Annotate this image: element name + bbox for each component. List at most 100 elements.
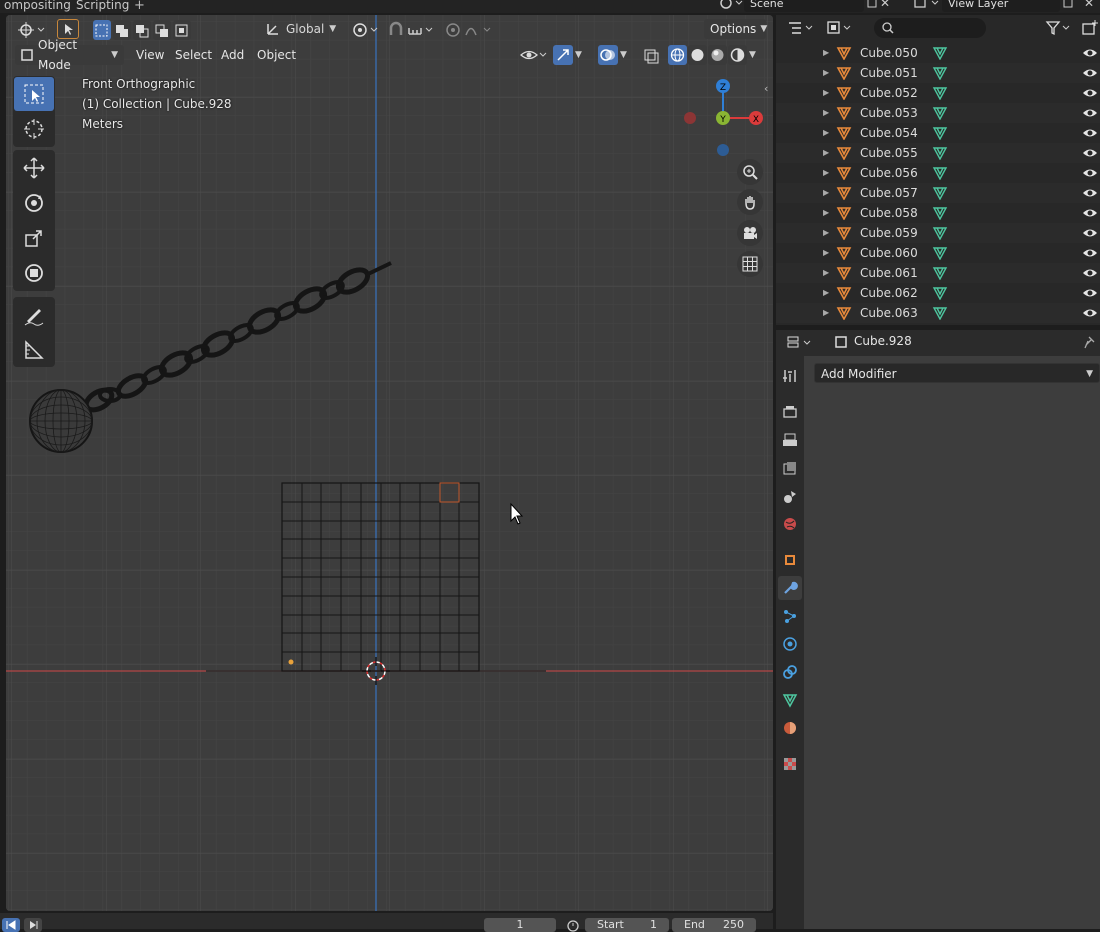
mesh-data-icon[interactable] [932,106,948,120]
mesh-data-icon[interactable] [932,46,948,60]
expand-arrow-icon[interactable]: ▶ [823,123,829,143]
properties-editor-type-icon[interactable] [786,333,816,353]
transform-tool-icon[interactable] [14,256,54,290]
gizmo-dropdown-chevron-icon[interactable]: ▼ [575,45,589,65]
mesh-data-icon[interactable] [932,86,948,100]
expand-arrow-icon[interactable]: ▶ [823,303,829,323]
filter-icon[interactable] [1044,18,1074,38]
visibility-eye-icon[interactable] [1082,226,1098,240]
mesh-data-icon[interactable] [932,186,948,200]
ortho-grid-icon[interactable] [737,251,763,277]
scene-copy-icon[interactable] [866,0,878,11]
physics-tab-icon[interactable] [778,632,802,656]
mesh-data-icon[interactable] [932,266,948,280]
snap-toggle-icon[interactable] [386,20,406,40]
select-extend-icon[interactable] [113,20,131,40]
select-intersect-icon[interactable] [173,20,191,40]
view-layer-close-icon[interactable]: ✕ [1084,0,1094,10]
wireframe-shading-icon[interactable] [668,45,687,65]
visibility-eye-icon[interactable] [1082,46,1098,60]
expand-arrow-icon[interactable]: ▶ [823,83,829,103]
navigation-gizmo[interactable]: Z X Y [680,72,770,162]
shading-dropdown-chevron-icon[interactable]: ▼ [749,45,763,65]
texture-tab-icon[interactable] [778,752,802,776]
world-tab-icon[interactable] [778,512,802,536]
workspace-tab-compositing[interactable]: ompositing [0,0,75,13]
mesh-data-icon[interactable] [932,66,948,80]
expand-arrow-icon[interactable]: ▶ [823,143,829,163]
material-tab-icon[interactable] [778,716,802,740]
stopwatch-icon[interactable] [565,918,581,932]
output-tab-icon[interactable] [778,428,802,452]
visibility-eye-icon[interactable] [1082,286,1098,300]
visibility-eye-icon[interactable] [1082,186,1098,200]
visibility-eye-icon[interactable] [1082,306,1098,320]
visibility-eye-icon[interactable] [1082,206,1098,220]
current-frame-field[interactable]: 1 [484,918,556,932]
scene-close-icon[interactable]: ✕ [880,0,890,10]
outliner-row[interactable]: ▶ Cube.060 [776,243,1100,263]
visibility-selectability-icon[interactable] [519,45,549,65]
outliner-row[interactable]: ▶ Cube.058 [776,203,1100,223]
outliner-row[interactable]: ▶ Cube.050 [776,43,1100,63]
options-dropdown[interactable]: Options ▼ [704,19,767,39]
mesh-data-icon[interactable] [932,246,948,260]
menu-add[interactable]: Add [215,45,250,65]
shading-mode-group[interactable] [668,45,747,65]
transform-orientation-dropdown[interactable]: Global ▼ [265,19,343,39]
visibility-eye-icon[interactable] [1082,66,1098,80]
visibility-eye-icon[interactable] [1082,106,1098,120]
constraints-tab-icon[interactable] [778,660,802,684]
view-layer-field[interactable]: View Layer [942,0,1060,12]
expand-arrow-icon[interactable]: ▶ [823,103,829,123]
mesh-data-icon[interactable] [932,166,948,180]
menu-select[interactable]: Select [169,45,218,65]
annotate-tool-icon[interactable] [14,298,54,332]
add-modifier-dropdown[interactable]: Add Modifier ▼ [814,363,1100,383]
outliner-search-input[interactable] [874,18,986,38]
view-layer-copy-icon[interactable] [1062,0,1074,11]
expand-arrow-icon[interactable]: ▶ [823,43,829,63]
expand-arrow-icon[interactable]: ▶ [823,163,829,183]
new-collection-icon[interactable] [1080,18,1100,38]
particles-tab-icon[interactable] [778,604,802,628]
select-box-tool-icon[interactable] [14,77,54,111]
visibility-eye-icon[interactable] [1082,146,1098,160]
xray-toggle-icon[interactable] [642,45,660,65]
modifier-tab-wrench-icon[interactable] [778,576,802,600]
sidebar-toggle-chevron-icon[interactable]: ‹ [764,82,768,95]
zoom-icon[interactable] [737,159,763,185]
overlays-dropdown-chevron-icon[interactable]: ▼ [620,45,634,65]
object-tab-icon[interactable] [778,548,802,572]
solid-shading-icon[interactable] [688,45,707,65]
outliner-row[interactable]: ▶ Cube.063 [776,303,1100,323]
mesh-data-icon[interactable] [932,286,948,300]
workspace-tab-scripting[interactable]: Scripting [72,0,133,13]
move-tool-icon[interactable] [14,151,54,185]
measure-tool-icon[interactable] [14,333,54,367]
mesh-data-icon[interactable] [932,206,948,220]
selection-mode-group[interactable] [93,20,191,40]
cursor-tool-icon[interactable] [14,112,54,146]
outliner-editor-type-icon[interactable] [786,18,822,38]
end-frame-field[interactable]: End 250 [672,918,756,932]
scene-browse-icon[interactable] [714,0,744,11]
expand-arrow-icon[interactable]: ▶ [823,203,829,223]
mesh-data-tab-icon[interactable] [778,688,802,712]
scene-tab-icon[interactable] [778,484,802,508]
expand-arrow-icon[interactable]: ▶ [823,63,829,83]
outliner-row[interactable]: ▶ Cube.056 [776,163,1100,183]
view-layer-browse-icon[interactable] [912,0,942,11]
mesh-data-icon[interactable] [932,226,948,240]
menu-view[interactable]: View [130,45,170,65]
outliner-row[interactable]: ▶ Cube.053 [776,103,1100,123]
expand-arrow-icon[interactable]: ▶ [823,183,829,203]
3d-viewport[interactable] [6,15,773,911]
outliner-row[interactable]: ▶ Cube.052 [776,83,1100,103]
material-shading-icon[interactable] [708,45,727,65]
visibility-eye-icon[interactable] [1082,86,1098,100]
start-frame-field[interactable]: Start 1 [585,918,669,932]
visibility-eye-icon[interactable] [1082,266,1098,280]
visibility-eye-icon[interactable] [1082,126,1098,140]
falloff-icon[interactable] [464,20,494,40]
